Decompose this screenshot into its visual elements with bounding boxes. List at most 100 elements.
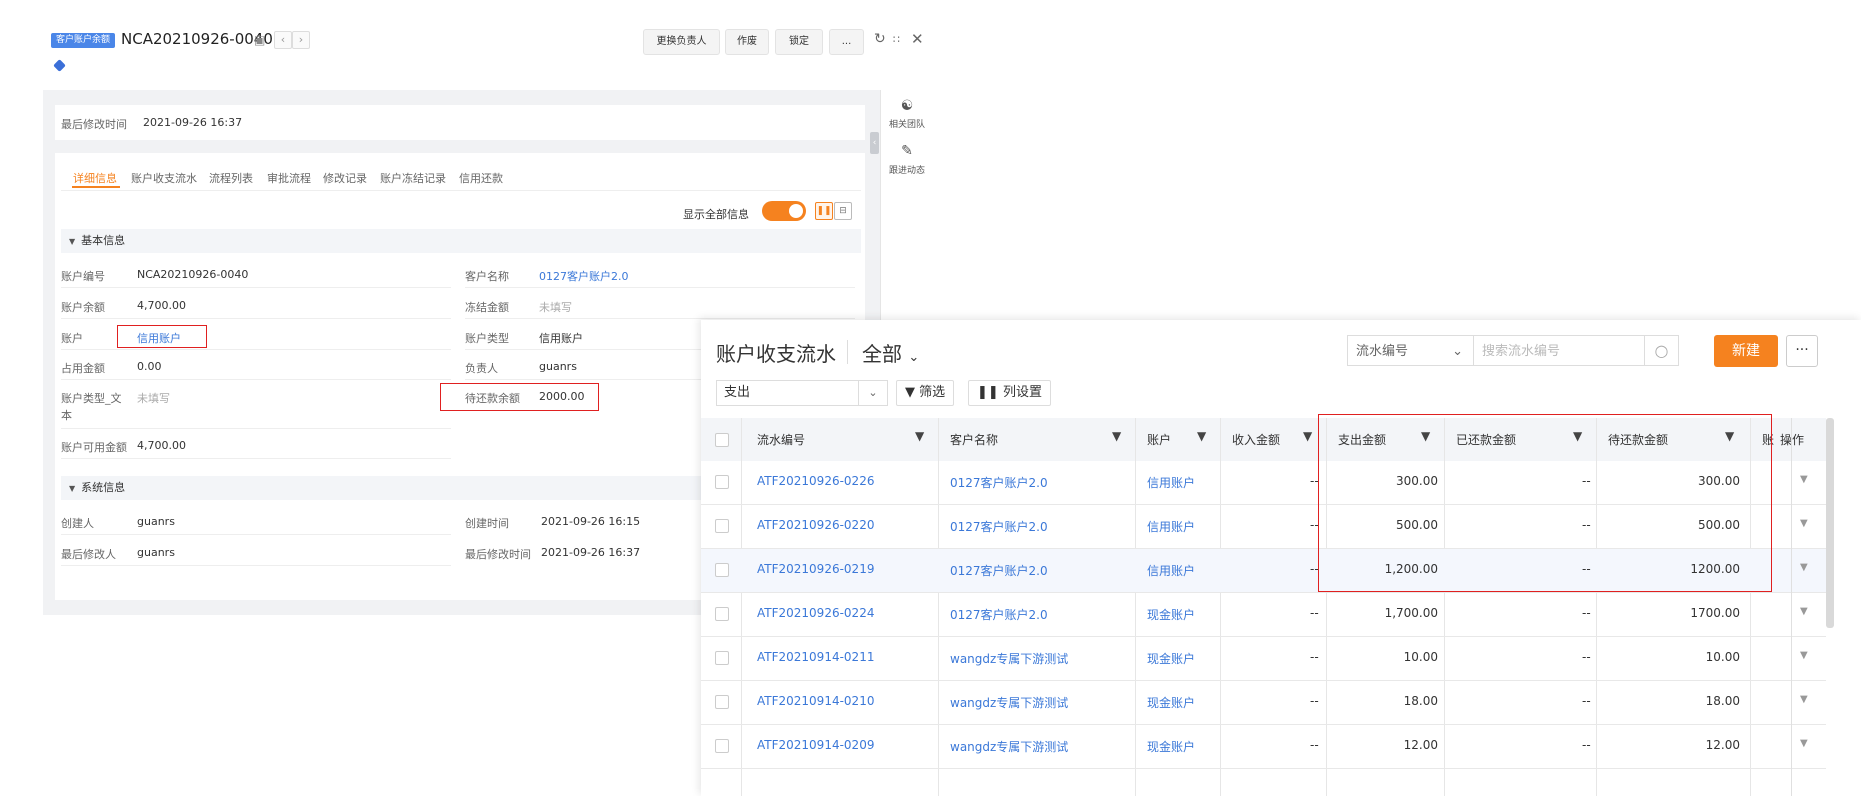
type-filter-value: 支出	[724, 385, 751, 400]
filter-icon[interactable]: ▼	[915, 429, 924, 443]
repaid-value: --	[1582, 738, 1591, 752]
frozen-label: 冻结金额	[465, 301, 509, 314]
to-repay-value: 18.00	[1705, 694, 1740, 708]
expense-value: 1,700.00	[1384, 606, 1438, 620]
flow-no-link[interactable]: ATF20210914-0211	[757, 650, 874, 664]
search-icon[interactable]: ○	[1645, 335, 1679, 366]
tag-icon[interactable]	[53, 59, 66, 72]
account-link[interactable]: 现金账户	[1147, 694, 1195, 711]
row-divider	[61, 318, 451, 319]
vertical-scrollbar[interactable]	[1826, 418, 1834, 628]
more-button[interactable]: ···	[1786, 335, 1818, 367]
account-link[interactable]: 信用账户	[1147, 518, 1195, 535]
change-owner-button[interactable]: 更换负责人	[643, 29, 720, 55]
income-value: --	[1310, 606, 1319, 620]
two-column-view-icon[interactable]: ❚❚	[815, 202, 833, 220]
to-repay-value: 12.00	[1705, 738, 1740, 752]
tab-process-list[interactable]: 流程列表	[209, 170, 253, 186]
col-customer[interactable]: 客户名称	[950, 431, 998, 448]
collapse-panel-button[interactable]: ‹	[870, 132, 879, 154]
customer-link[interactable]: wangdz专属下游测试	[950, 650, 1068, 667]
to-repay-value: 10.00	[1705, 650, 1740, 664]
void-button[interactable]: 作废	[725, 29, 769, 55]
filter-icon[interactable]: ▼	[1303, 429, 1312, 443]
customer-link[interactable]: 0127客户账户2.0	[950, 606, 1048, 623]
flow-no-link[interactable]: ATF20210926-0226	[757, 474, 874, 488]
expand-icon[interactable]: ∷	[893, 33, 900, 46]
section-basic-info[interactable]: ▼ 基本信息	[61, 229, 861, 253]
new-button[interactable]: 新建	[1714, 335, 1778, 367]
filter-icon[interactable]: ▼	[1112, 429, 1121, 443]
customer-link[interactable]: wangdz专属下游测试	[950, 738, 1068, 755]
search-input[interactable]: 搜索流水编号	[1473, 335, 1645, 366]
creator-label: 创建人	[61, 517, 94, 530]
flow-no-link[interactable]: ATF20210914-0209	[757, 738, 874, 752]
related-team-label[interactable]: 相关团队	[881, 117, 933, 130]
row-checkbox[interactable]	[715, 739, 729, 753]
chevron-down-icon: ⌄	[1452, 344, 1463, 359]
scope-dropdown[interactable]: 全部 ⌄	[862, 338, 919, 367]
prev-record-button[interactable]: ‹	[274, 31, 292, 49]
tab-approval-flow[interactable]: 审批流程	[267, 170, 311, 186]
search-field-select[interactable]: 流水编号 ⌄	[1347, 335, 1473, 366]
lock-icon[interactable]: ▣	[254, 33, 265, 47]
row-checkbox[interactable]	[715, 563, 729, 577]
row-checkbox[interactable]	[715, 695, 729, 709]
modifier-label: 最后修改人	[61, 548, 116, 561]
row-checkbox[interactable]	[715, 519, 729, 533]
close-icon[interactable]: ✕	[911, 30, 924, 48]
filter-button[interactable]: ▼ 筛选	[896, 380, 955, 406]
col-flow-no[interactable]: 流水编号	[757, 431, 805, 448]
flow-no-link[interactable]: ATF20210914-0210	[757, 694, 874, 708]
section-title: 系统信息	[81, 481, 126, 494]
account-link[interactable]: 现金账户	[1147, 650, 1195, 667]
income-value: --	[1310, 650, 1319, 664]
creator-value: guanrs	[137, 515, 175, 528]
row-checkbox[interactable]	[715, 651, 729, 665]
account-link[interactable]: 信用账户	[1147, 562, 1195, 579]
refresh-icon[interactable]: ↻	[874, 31, 886, 47]
expense-value: 12.00	[1403, 738, 1438, 752]
customer-link[interactable]: 0127客户账户2.0	[539, 268, 629, 284]
column-settings-button[interactable]: ❚❚ 列设置	[968, 380, 1051, 406]
customer-link[interactable]: 0127客户账户2.0	[950, 474, 1048, 491]
follow-icon[interactable]: ✎	[881, 143, 933, 159]
tab-credit-repay[interactable]: 信用还款	[459, 170, 503, 186]
created-label: 创建时间	[465, 517, 509, 530]
col-account[interactable]: 账户	[1147, 431, 1171, 448]
customer-link[interactable]: 0127客户账户2.0	[950, 518, 1048, 535]
row-checkbox[interactable]	[715, 607, 729, 621]
account-link[interactable]: 现金账户	[1147, 606, 1195, 623]
row-checkbox[interactable]	[715, 475, 729, 489]
tab-freeze-records[interactable]: 账户冻结记录	[380, 170, 446, 186]
account-link[interactable]: 现金账户	[1147, 738, 1195, 755]
account-link[interactable]: 信用账户	[1147, 474, 1195, 491]
balance-label: 账户余额	[61, 301, 105, 314]
row-divider	[61, 458, 451, 459]
tab-account-flow[interactable]: 账户收支流水	[131, 170, 197, 186]
customer-link[interactable]: wangdz专属下游测试	[950, 694, 1068, 711]
lock-button[interactable]: 锁定	[775, 29, 823, 55]
filter-icon[interactable]: ▼	[1197, 429, 1206, 443]
modified-label: 最后修改时间	[465, 548, 531, 561]
more-actions-button[interactable]: ...	[829, 29, 864, 55]
flow-no-link[interactable]: ATF20210926-0224	[757, 606, 874, 620]
customer-link[interactable]: 0127客户账户2.0	[950, 562, 1048, 579]
follow-up-label[interactable]: 跟进动态	[881, 163, 933, 176]
show-all-toggle[interactable]	[762, 201, 806, 221]
column-settings-label: 列设置	[1002, 385, 1042, 400]
type-filter-select[interactable]: 支出 ⌄	[716, 380, 888, 406]
row-divider	[61, 379, 451, 380]
next-record-button[interactable]: ›	[292, 31, 310, 49]
repaid-value: --	[1582, 650, 1591, 664]
frozen-value: 未填写	[539, 301, 572, 314]
single-column-view-icon[interactable]: ⊟	[834, 202, 852, 220]
flow-no-link[interactable]: ATF20210926-0219	[757, 562, 874, 576]
select-all-checkbox[interactable]	[715, 433, 729, 447]
tab-change-log[interactable]: 修改记录	[323, 170, 367, 186]
row-divider	[61, 428, 451, 429]
flow-no-link[interactable]: ATF20210926-0220	[757, 518, 874, 532]
col-income[interactable]: 收入金额	[1232, 431, 1280, 448]
tab-details[interactable]: 详细信息	[73, 170, 117, 186]
team-icon[interactable]: ☯	[881, 98, 933, 114]
